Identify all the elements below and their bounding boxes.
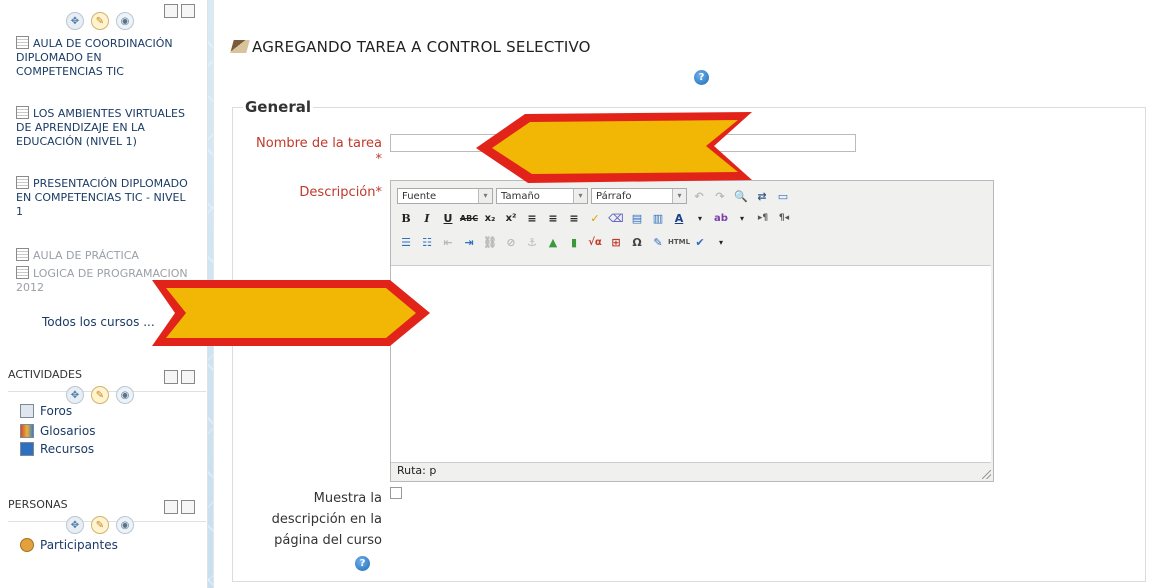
annotation-arrows	[152, 112, 752, 346]
arrow-pointer-task-name-inner	[492, 120, 738, 174]
arrow-pointer-all-courses-inner	[166, 288, 416, 338]
